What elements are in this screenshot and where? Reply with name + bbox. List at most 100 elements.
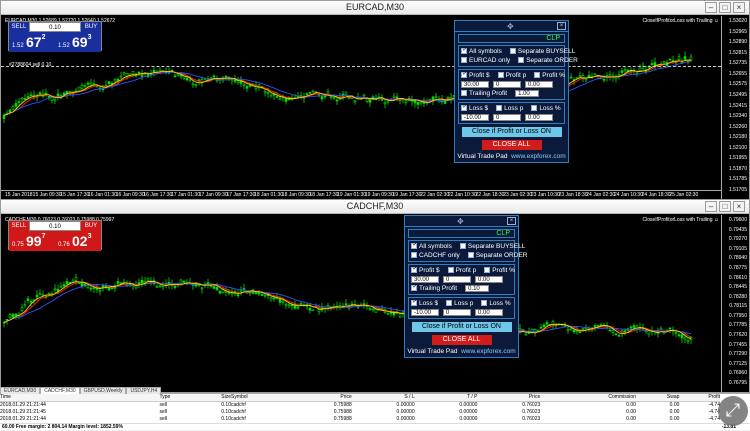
candle-body (650, 63, 654, 65)
table-row[interactable]: 2018.01.29 21:21:45 sell 0.10 cadchf 0.75988… (0, 408, 720, 415)
profit-p-checkbox[interactable]: Profit p (447, 267, 481, 274)
close-icon[interactable]: × (507, 217, 516, 225)
column-header[interactable]: Price (477, 394, 541, 402)
trailing-checkbox[interactable]: Trailing Profit (411, 283, 461, 292)
candle-body (23, 304, 27, 307)
chart-window-cadchf[interactable]: CADCHF,M30 – □ × CADCHF,M30 0.76023 0.76… (0, 199, 750, 393)
loss-dollar-checkbox[interactable]: Loss $ (461, 103, 492, 112)
loss-pct-field[interactable]: 0.00 (475, 309, 503, 316)
column-header[interactable]: Commission (540, 394, 636, 402)
sell-button[interactable]: SELL (9, 221, 29, 231)
close-icon[interactable]: × (557, 22, 566, 30)
column-header[interactable]: T / P (414, 394, 478, 402)
lot-input[interactable]: 0.10 (29, 221, 81, 231)
loss-p-field[interactable]: 0 (493, 114, 521, 121)
buy-price[interactable]: 0.76 023 (55, 231, 101, 251)
candle-body (596, 325, 600, 327)
buy-button[interactable]: BUY (81, 221, 101, 231)
all-symbols-checkbox[interactable]: All symbols (411, 241, 456, 250)
lot-input[interactable]: 0.10 (29, 22, 81, 32)
maximize-icon[interactable]: □ (719, 201, 731, 212)
profit-pct-field[interactable]: 0.00 (475, 276, 503, 283)
close-icon[interactable]: × (733, 201, 745, 212)
close-if-profit-loss-button[interactable]: Close if Profit or Loss ON (461, 127, 562, 137)
maximize-icon[interactable]: □ (719, 2, 731, 13)
profit-pct-checkbox[interactable]: Profit % (534, 72, 569, 79)
profit-p-field[interactable]: 0 (443, 276, 471, 283)
loss-dollar-field[interactable]: -10.00 (411, 309, 439, 316)
candle-body (2, 114, 6, 119)
close-all-button[interactable]: CLOSE ALL (431, 335, 492, 345)
profit-p-field[interactable]: 0 (493, 81, 521, 88)
table-cell: sell (159, 401, 167, 408)
column-header[interactable]: Profit (679, 394, 720, 402)
loss-pct-field[interactable]: 0.00 (525, 114, 553, 121)
trailing-field[interactable]: 0.10 (465, 285, 490, 292)
order-line[interactable] (1, 66, 721, 67)
profit-pct-checkbox[interactable]: Profit % (484, 267, 519, 274)
buy-button[interactable]: BUY (81, 22, 101, 32)
zoom-icon[interactable]: ⤢ (718, 396, 748, 426)
profit-pct-field[interactable]: 0.00 (525, 81, 553, 88)
column-header[interactable]: S / L (351, 394, 415, 402)
close-if-profit-loss-button[interactable]: Close if Profit or Loss ON (411, 322, 512, 332)
minimize-icon[interactable]: – (705, 201, 717, 212)
loss-p-checkbox[interactable]: Loss p (496, 105, 527, 112)
move-icon[interactable]: ✥ (457, 217, 464, 226)
column-header[interactable]: Type (159, 394, 198, 402)
moving-average-line (3, 280, 692, 340)
column-header[interactable]: Price (288, 394, 352, 402)
chart-tab[interactable]: EURCAD,M30 (0, 387, 41, 394)
column-header[interactable]: Time (0, 394, 160, 402)
loss-p-checkbox[interactable]: Loss p (446, 300, 477, 307)
minimize-icon[interactable]: – (705, 2, 717, 13)
symbol-only-checkbox[interactable]: EURCAD only (461, 57, 514, 64)
profit-dollar-checkbox[interactable]: Profit $ (411, 265, 444, 274)
chart-tab[interactable]: USDJPY,H4 (126, 387, 162, 394)
time-axis[interactable]: 15 Jan 2018 15 Jan 09:30 15 Jan 17:30 16 Ja… (1, 190, 721, 199)
trailing-field[interactable]: 1.00 (515, 90, 540, 97)
loss-dollar-checkbox[interactable]: Loss $ (411, 298, 442, 307)
profit-dollar-field[interactable]: 30.00 (461, 81, 489, 88)
separate-buysell-checkbox[interactable]: Separate BUYSELL (509, 48, 579, 55)
loss-pct-checkbox[interactable]: Loss % (481, 300, 514, 307)
table-row[interactable]: 2018.01.29 21:21:44 sell 0.10 cadchf 0.75988… (0, 401, 720, 408)
candle-body (593, 325, 597, 327)
price-chart[interactable]: CADCHF,M30 0.76023 0.76023 0.75988 0.759… (1, 215, 749, 392)
footer-link[interactable]: www.expforex.com (511, 153, 566, 160)
time-tick-label: 17 Jan 17:30 (226, 192, 256, 198)
loss-pct-checkbox[interactable]: Loss % (531, 105, 564, 112)
separate-order-checkbox[interactable]: Separate ORDER (467, 252, 532, 259)
table-row[interactable]: 2018.01.29 21:21:44 sell 0.10 cadchf 0.75988… (0, 415, 720, 422)
profit-p-checkbox[interactable]: Profit p (497, 72, 531, 79)
price-chart[interactable]: EURCAD,M30 1.52689 1.52720 1.52640 1.526… (1, 16, 749, 199)
footer-link[interactable]: www.expforex.com (461, 348, 516, 355)
buy-price[interactable]: 1.52 693 (55, 32, 101, 52)
loss-dollar-field[interactable]: -10.00 (461, 114, 489, 121)
chart-tab[interactable]: CADCHF,M30 (40, 387, 80, 394)
column-header[interactable]: Size (197, 394, 231, 402)
close-all-button[interactable]: CLOSE ALL (481, 140, 542, 150)
chart-window-eurcad[interactable]: EURCAD,M30 – □ × EURCAD,M30 1.52689 1.52… (0, 0, 750, 200)
candle-body (383, 102, 387, 105)
loss-p-field[interactable]: 0 (443, 309, 471, 316)
sell-price[interactable]: 0.75 997 (9, 231, 55, 251)
price-axis[interactable]: 1.53020 1.52965 1.52890 1.52815 1.52735 1.526… (721, 16, 749, 199)
trailing-checkbox[interactable]: Trailing Profit (461, 90, 511, 97)
chart-tab[interactable]: GBPUSD,Weekly (79, 387, 127, 394)
candle-body (317, 309, 321, 313)
sell-price[interactable]: 1.52 672 (9, 32, 55, 52)
sell-button[interactable]: SELL (9, 22, 29, 32)
price-axis[interactable]: 0.79600 0.79435 0.79270 0.79105 0.78940 0.787… (721, 215, 749, 392)
symbol-only-checkbox[interactable]: CADCHF only (411, 252, 464, 259)
move-icon[interactable]: ✥ (507, 22, 514, 31)
column-header[interactable]: Symbol (230, 394, 289, 402)
profit-dollar-field[interactable]: 30.00 (411, 276, 439, 283)
column-header[interactable]: Swap (635, 394, 680, 402)
all-symbols-checkbox[interactable]: All symbols (461, 46, 506, 55)
candle-body (146, 277, 150, 281)
profit-dollar-checkbox[interactable]: Profit $ (461, 70, 494, 79)
separate-order-checkbox[interactable]: Separate ORDER (518, 57, 582, 64)
separate-buysell-checkbox[interactable]: Separate BUYSELL (459, 243, 529, 250)
close-icon[interactable]: × (733, 2, 745, 13)
